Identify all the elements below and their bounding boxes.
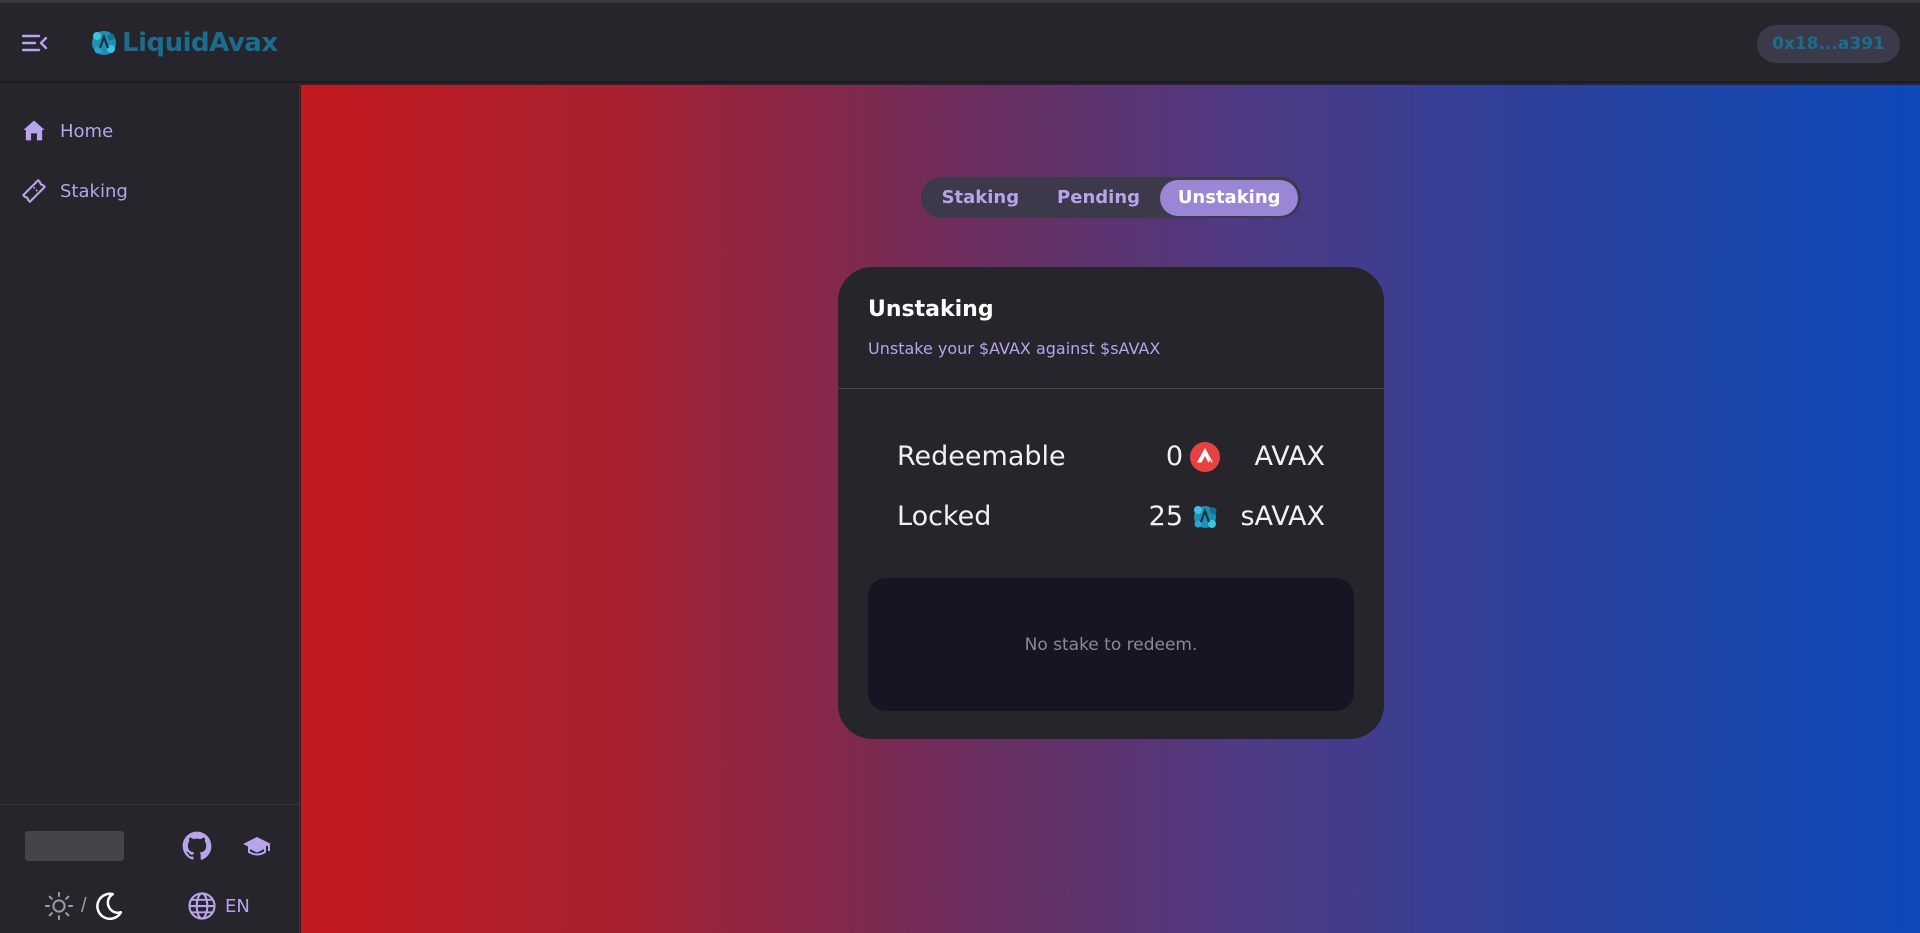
savax-icon: [1194, 506, 1217, 528]
sidebar-item-staking[interactable]: Staking: [20, 173, 128, 209]
globe-icon: [188, 892, 216, 920]
tab-unstaking[interactable]: Unstaking: [1160, 179, 1298, 216]
sidebar-item-home[interactable]: Home: [20, 113, 113, 149]
ticket-icon: [22, 179, 46, 203]
home-icon: [23, 120, 45, 141]
redeemable-row: Redeemable 0 AVAX: [897, 437, 1325, 477]
unstaking-card: Unstaking Unstake your $AVAX against $sA…: [838, 267, 1384, 739]
wallet-address-button[interactable]: 0x18...a391: [1757, 25, 1900, 63]
sidebar-footer: / EN: [0, 804, 300, 933]
tab-staking[interactable]: Staking: [924, 180, 1037, 216]
main-content: Staking Pending Unstaking Unstaking Unst…: [301, 85, 1920, 933]
sun-icon[interactable]: [44, 891, 74, 921]
theme-switcher: /: [44, 890, 124, 922]
redeemable-label: Redeemable: [897, 441, 1066, 472]
app-name: LiquidAvax: [122, 28, 278, 58]
redeemable-value: 0: [1165, 441, 1183, 472]
avax-icon: [1190, 442, 1220, 472]
sidebar-item-label: Home: [60, 120, 114, 142]
card-title: Unstaking: [868, 297, 994, 322]
card-subtitle: Unstake your $AVAX against $sAVAX: [868, 339, 1161, 358]
liquidavax-logo-icon: [92, 31, 116, 55]
locked-value: 25: [1148, 501, 1183, 532]
graduation-cap-icon[interactable]: [241, 831, 273, 861]
sidebar-item-label: Staking: [60, 180, 128, 202]
empty-state-message: No stake to redeem.: [868, 578, 1354, 711]
locked-label: Locked: [897, 501, 992, 532]
tab-pending[interactable]: Pending: [1037, 180, 1161, 216]
menu-collapse-icon[interactable]: [22, 32, 48, 54]
theme-separator: /: [81, 894, 87, 917]
language-label: EN: [225, 895, 250, 917]
locked-unit: sAVAX: [1240, 501, 1325, 532]
top-bar: LiquidAvax 0x18...a391: [0, 3, 1920, 83]
card-divider: [838, 388, 1384, 389]
language-selector[interactable]: EN: [187, 890, 250, 922]
sidebar: Home Staking / EN: [0, 83, 300, 933]
app-logo[interactable]: LiquidAvax: [88, 23, 278, 63]
moon-icon[interactable]: [94, 891, 124, 921]
staking-tabs: Staking Pending Unstaking: [921, 177, 1301, 218]
github-icon[interactable]: [182, 831, 212, 861]
redeemable-unit: AVAX: [1254, 441, 1325, 472]
locked-row: Locked 25 sAVAX: [897, 497, 1325, 537]
placeholder-block: [25, 831, 124, 861]
